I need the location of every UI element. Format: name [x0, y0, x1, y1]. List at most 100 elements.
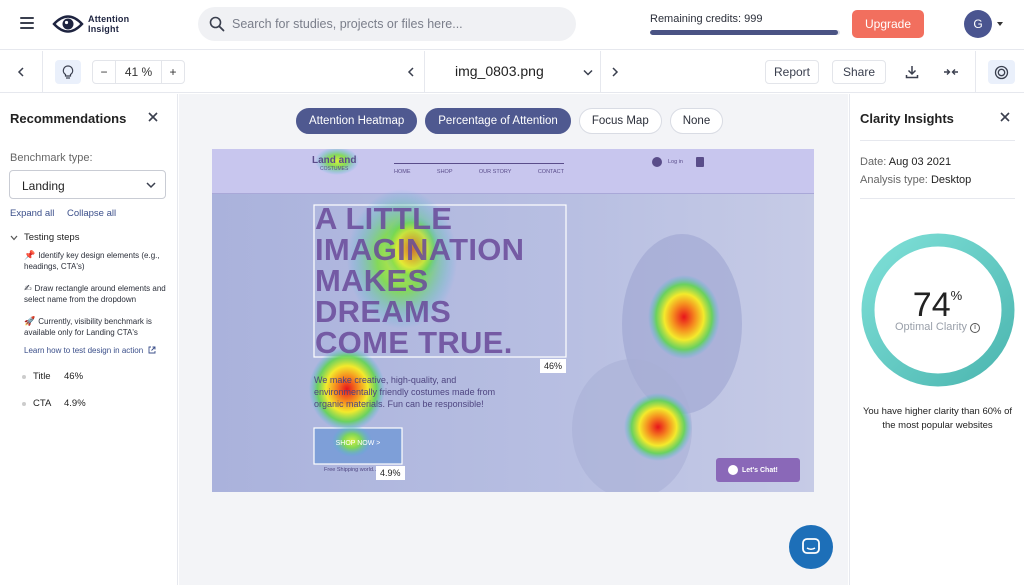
search-input[interactable]: [232, 15, 562, 33]
canvas-area: Attention Heatmap Percentage of Attentio…: [179, 94, 848, 585]
metric-name: Title: [33, 371, 51, 382]
external-link-icon: [148, 346, 156, 354]
next-file-button[interactable]: [606, 60, 624, 84]
learn-link[interactable]: Learn how to test design in action: [24, 346, 156, 355]
search-box[interactable]: [198, 7, 576, 41]
toolbar-divider: [975, 51, 976, 93]
clarity-value: 74: [912, 286, 951, 324]
recommendations-panel: Recommendations Benchmark type: Landing …: [0, 94, 178, 585]
upgrade-button[interactable]: Upgrade: [852, 10, 924, 38]
user-icon: [652, 157, 662, 167]
lightbulb-icon: [62, 64, 74, 79]
headline-line: DREAMS: [315, 294, 452, 329]
avatar[interactable]: G: [964, 10, 992, 38]
body-line: environmentally friendly costumes made f…: [314, 387, 496, 397]
writing-hand-icon: ✍: [24, 283, 32, 293]
benchmark-label: Benchmark type:: [10, 152, 93, 164]
menu-icon[interactable]: [20, 17, 34, 29]
toolbar: − 41 % + img_0803.png Report Share: [0, 51, 1024, 93]
testing-step: 📌 Identify key design elements (e.g., hea…: [24, 250, 170, 272]
download-button[interactable]: [902, 60, 922, 84]
recommendations-toggle-button[interactable]: [55, 60, 81, 84]
chevron-left-icon: [407, 67, 414, 77]
close-icon[interactable]: [147, 111, 159, 123]
clarity-score: 74%: [850, 286, 1024, 325]
logo-line-2: Insight: [88, 24, 119, 34]
info-icon[interactable]: i: [970, 323, 981, 333]
site-nav: HOME SHOP OUR STORY CONTACT: [394, 163, 564, 175]
logo-line-1: Attention: [88, 14, 130, 24]
top-bar: Attention Insight Remaining credits: 999…: [0, 0, 1024, 50]
chevron-left-icon: [17, 67, 24, 77]
clarity-label-text: Optimal Clarity: [894, 321, 968, 333]
testing-step: ✍ Draw rectangle around elements and sele…: [24, 283, 170, 305]
clarity-summary: You have higher clarity than 60% of the …: [862, 406, 1013, 431]
clarity-insights-panel: Clarity Insights Date: Aug 03 2021 Analy…: [849, 94, 1024, 585]
site-logo-sub: COSTUMES: [320, 166, 349, 172]
toolbar-divider: [42, 51, 43, 93]
site-nav-item: CONTACT: [537, 169, 564, 175]
benchmark-value: Landing: [22, 179, 65, 193]
site-logo: Land and: [312, 155, 357, 166]
site-nav-item: SHOP: [436, 169, 453, 175]
testing-step-text: Identify key design elements (e.g., head…: [24, 251, 160, 271]
pin-icon: 📌: [24, 250, 36, 260]
credits-bar: [650, 30, 840, 35]
tab-percentage-of-attention[interactable]: Percentage of Attention: [425, 108, 571, 134]
zoom-out-button[interactable]: −: [93, 61, 115, 83]
tab-none[interactable]: None: [669, 108, 724, 134]
body-line: We make creative, high-quality, and: [314, 375, 457, 385]
metric-name: CTA: [33, 398, 52, 409]
chat-icon: [802, 538, 820, 554]
zoom-in-button[interactable]: +: [162, 61, 184, 83]
site-chat-button: Let's Chat!: [742, 467, 778, 474]
view-mode-tabs: Attention Heatmap Percentage of Attentio…: [296, 108, 731, 134]
credits-label: Remaining credits: 999: [650, 13, 763, 25]
clarity-unit: %: [950, 288, 963, 303]
account-caret-icon[interactable]: [997, 22, 1003, 26]
search-icon: [209, 16, 225, 32]
report-button[interactable]: Report: [765, 60, 819, 84]
cta-attention-badge: 4.9%: [376, 466, 405, 480]
divider: [860, 198, 1015, 199]
collapse-all-link[interactable]: Collapse all: [67, 208, 116, 219]
clarity-label: Optimal Clarity i: [850, 321, 1024, 333]
tab-focus-map[interactable]: Focus Map: [578, 108, 662, 134]
share-button[interactable]: Share: [832, 60, 886, 84]
collapse-left-panel-button[interactable]: [12, 60, 30, 84]
compare-button[interactable]: [940, 60, 962, 84]
analyzed-image[interactable]: Land and COSTUMES HOME SHOP OUR STORY CO…: [212, 149, 814, 492]
metric-dot: [22, 402, 26, 406]
date-info: Date: Aug 03 2021: [860, 156, 951, 168]
file-name[interactable]: img_0803.png: [455, 63, 544, 79]
site-login: Log in: [668, 159, 683, 165]
chevron-right-icon: [612, 67, 619, 77]
app-logo[interactable]: Attention Insight: [52, 10, 129, 38]
testing-step-text: Currently, visibility benchmark is avail…: [24, 317, 152, 337]
site-cta: SHOP NOW >: [335, 440, 381, 447]
site-body-text: We make creative, high-quality, and envi…: [314, 374, 495, 410]
previous-file-button[interactable]: [402, 60, 420, 84]
metric-value: 46%: [64, 371, 84, 382]
testing-steps-toggle[interactable]: Testing steps: [10, 232, 79, 243]
date-value: Aug 03 2021: [888, 156, 952, 168]
tab-attention-heatmap[interactable]: Attention Heatmap: [296, 108, 418, 134]
metric-value: 4.9%: [64, 398, 86, 409]
chevron-down-icon: [146, 182, 156, 189]
site-shipping: Free Shipping world...: [324, 467, 378, 473]
expand-all-link[interactable]: Expand all: [10, 208, 54, 219]
site-headline: A LITTLE IMAGINATION MAKES DREAMS COME T…: [315, 203, 524, 358]
headline-line: A LITTLE: [315, 201, 453, 236]
close-icon[interactable]: [999, 111, 1011, 123]
file-dropdown-button[interactable]: [581, 60, 595, 84]
benchmark-select[interactable]: Landing: [9, 170, 166, 199]
date-label: Date:: [860, 156, 887, 168]
download-icon: [905, 66, 919, 79]
site-nav-item: HOME: [394, 169, 411, 175]
zoom-level[interactable]: 41 %: [115, 61, 162, 83]
support-chat-button[interactable]: [789, 525, 833, 569]
toolbar-divider: [424, 51, 425, 93]
clarity-insights-toggle-button[interactable]: [988, 60, 1015, 84]
credits-bar-fill: [650, 30, 839, 35]
title-attention-badge: 46%: [540, 359, 567, 373]
